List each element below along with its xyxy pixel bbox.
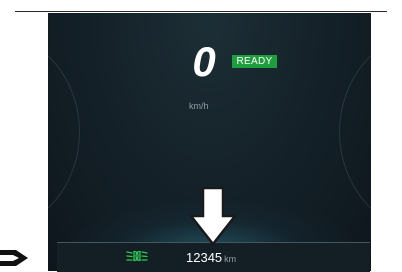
odometer-reading: 12345 km xyxy=(186,250,236,267)
top-divider-line xyxy=(15,11,387,12)
down-arrow-icon xyxy=(189,186,237,246)
speed-unit-label: km/h xyxy=(189,101,209,111)
odometer-value: 12345 xyxy=(186,250,223,265)
partial-logo-icon xyxy=(0,250,28,266)
ready-status-badge: READY xyxy=(232,55,277,68)
odometer-unit: km xyxy=(224,254,237,264)
speed-readout: 0 xyxy=(192,38,216,85)
low-beam-headlight-icon xyxy=(126,250,148,262)
